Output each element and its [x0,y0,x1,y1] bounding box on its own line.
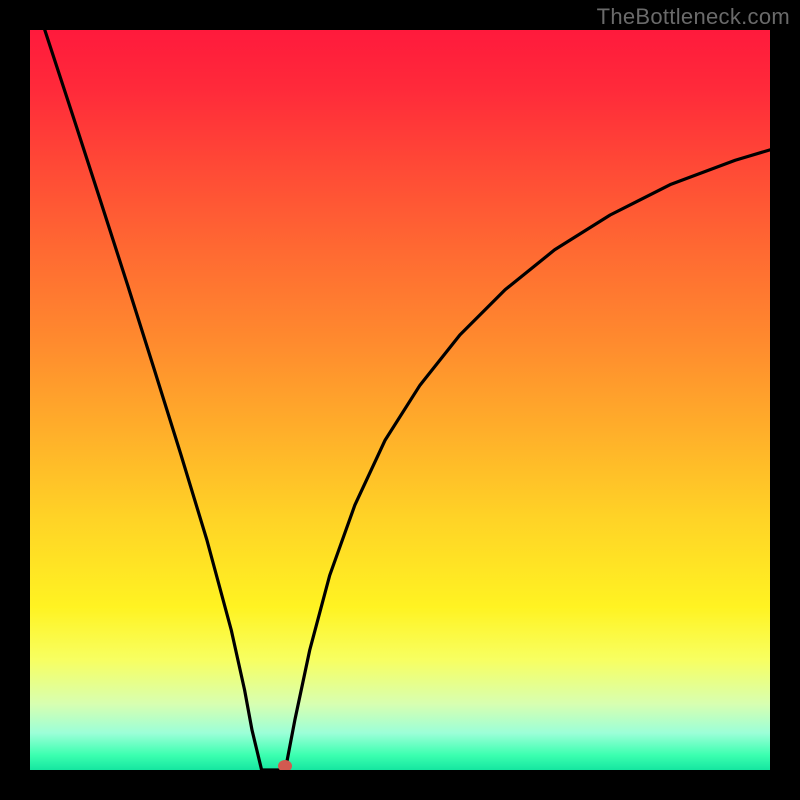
minimum-marker [278,760,292,770]
bottleneck-curve [30,30,770,770]
curve-path [45,30,770,770]
chart-frame [30,30,770,770]
attribution-text: TheBottleneck.com [597,4,790,30]
